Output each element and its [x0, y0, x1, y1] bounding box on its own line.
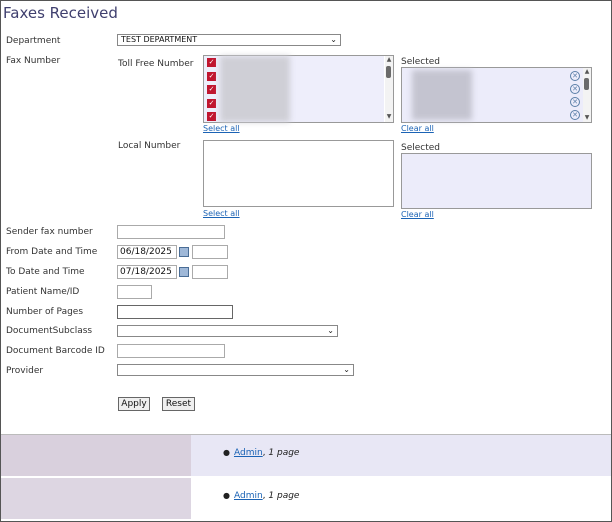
from-date-input[interactable]: 06/18/2025: [117, 245, 177, 259]
to-date-input[interactable]: 07/18/2025: [117, 265, 177, 279]
checkbox-icon[interactable]: ✓: [207, 85, 216, 94]
toll-free-label: Toll Free Number: [118, 59, 194, 69]
local-select-all-link[interactable]: Select all: [203, 209, 240, 218]
checkbox-icon[interactable]: ✓: [207, 112, 216, 121]
toll-free-selected-label: Selected: [401, 57, 441, 67]
chevron-down-icon: ⌄: [330, 35, 337, 44]
result-row: ● Admin, 1 page: [1, 435, 611, 476]
local-number-list[interactable]: [203, 140, 394, 207]
chevron-down-icon: ⌄: [343, 365, 350, 374]
barcode-label: Document Barcode ID: [6, 346, 105, 356]
local-clear-all-link[interactable]: Clear all: [401, 210, 434, 219]
remove-icon[interactable]: ✕: [570, 71, 580, 81]
result-entry: ● Admin, 1 page: [223, 491, 300, 501]
sender-fax-input[interactable]: [117, 225, 225, 239]
pages-input[interactable]: [117, 305, 233, 319]
department-select[interactable]: TEST DEPARTMENT ⌄: [117, 34, 341, 46]
checkbox-icon[interactable]: ✓: [207, 58, 216, 67]
result-row: ● Admin, 1 page: [1, 478, 611, 519]
result-entry: ● Admin, 1 page: [223, 448, 300, 458]
apply-button[interactable]: Apply: [118, 397, 150, 411]
result-user-link[interactable]: Admin: [234, 491, 263, 501]
faxes-received-panel: Faxes Received Department TEST DEPARTMEN…: [0, 0, 612, 522]
patient-label: Patient Name/ID: [6, 287, 80, 297]
local-selected-list[interactable]: [401, 153, 592, 209]
redacted-numbers: [220, 56, 290, 122]
local-number-label: Local Number: [118, 141, 181, 151]
toll-free-list[interactable]: ✓ ✓ ✓ ✓ ✓ ▲ ▼: [203, 55, 394, 123]
result-pages: 1 page: [268, 448, 300, 458]
from-time-input[interactable]: [192, 245, 228, 259]
remove-icon[interactable]: ✕: [570, 97, 580, 107]
calendar-icon[interactable]: [179, 247, 189, 257]
sender-fax-label: Sender fax number: [6, 227, 93, 237]
reset-button[interactable]: Reset: [162, 397, 195, 411]
fax-number-label: Fax Number: [6, 56, 61, 66]
page-title: Faxes Received: [3, 4, 118, 22]
checkbox-icon[interactable]: ✓: [207, 99, 216, 108]
remove-icon[interactable]: ✕: [570, 110, 580, 120]
department-label: Department: [6, 36, 61, 46]
toll-free-select-all-link[interactable]: Select all: [203, 124, 240, 133]
selected-scrollbar[interactable]: ▲ ▼: [583, 68, 591, 122]
provider-select[interactable]: ⌄: [117, 364, 354, 376]
toll-free-scrollbar[interactable]: ▲ ▼: [385, 56, 393, 122]
redacted-preview: [1, 435, 191, 476]
toll-free-selected-list[interactable]: ✕ ✕ ✕ ✕ ▲ ▼: [401, 67, 592, 123]
chevron-down-icon: ⌄: [327, 326, 334, 335]
to-time-input[interactable]: [192, 265, 228, 279]
provider-label: Provider: [6, 366, 44, 376]
subclass-label: DocumentSubclass: [6, 326, 93, 336]
remove-icon[interactable]: ✕: [570, 84, 580, 94]
local-selected-label: Selected: [401, 143, 441, 153]
checkbox-icon[interactable]: ✓: [207, 72, 216, 81]
result-user-link[interactable]: Admin: [234, 448, 263, 458]
from-date-label: From Date and Time: [6, 247, 98, 257]
department-value: TEST DEPARTMENT: [121, 35, 198, 44]
calendar-icon[interactable]: [179, 267, 189, 277]
patient-input[interactable]: [117, 285, 152, 299]
to-date-label: To Date and Time: [6, 267, 85, 277]
result-pages: 1 page: [268, 491, 300, 501]
redacted-selected: [412, 70, 472, 120]
pages-label: Number of Pages: [6, 307, 84, 317]
toll-free-clear-all-link[interactable]: Clear all: [401, 124, 434, 133]
redacted-preview: [1, 478, 191, 519]
barcode-input[interactable]: [117, 344, 225, 358]
subclass-select[interactable]: ⌄: [117, 325, 338, 337]
